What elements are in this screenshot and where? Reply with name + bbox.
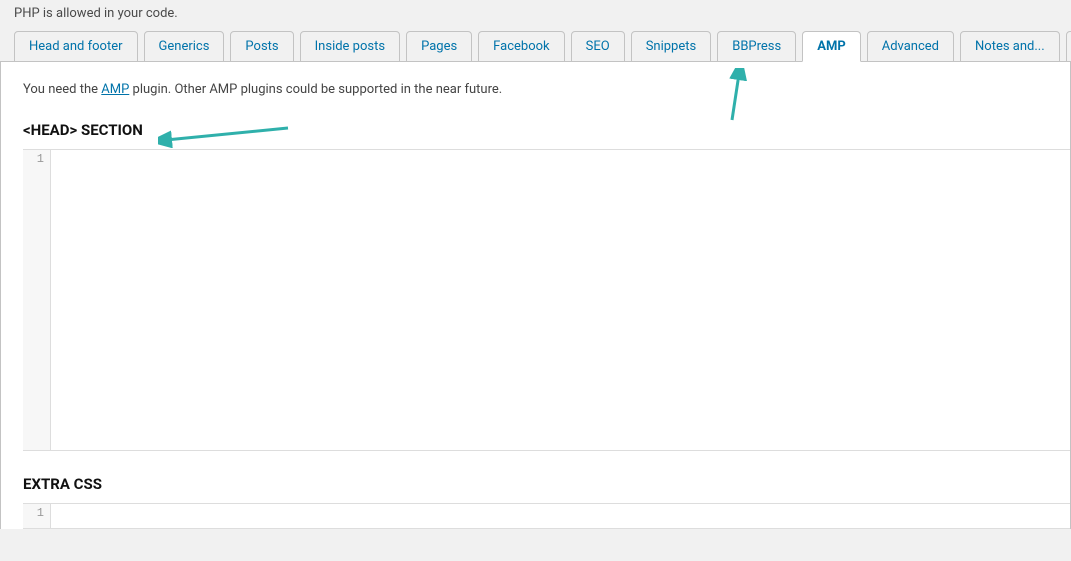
head-code-input[interactable] [51,150,1070,450]
tab-posts[interactable]: Posts [230,31,293,62]
tab-generics[interactable]: Generics [144,31,225,62]
tab-seo[interactable]: SEO [571,31,625,62]
tab-thank-you[interactable]: Thank you [1066,31,1071,62]
head-editor-gutter: 1 [23,150,51,450]
tab-amp[interactable]: AMP [802,31,861,62]
extra-css-code-editor: 1 [23,504,1070,528]
tab-bbpress[interactable]: BBPress [717,31,796,62]
extra-css-editor-wrap: 1 [23,503,1070,529]
intro-before-link: You need the [23,82,101,97]
top-notice: PHP is allowed in your code. [0,0,1071,31]
head-section-heading: <HEAD> SECTION [1,111,1070,149]
tab-notes-and[interactable]: Notes and... [960,31,1060,62]
tab-head-and-footer[interactable]: Head and footer [14,31,138,62]
head-editor-wrap: 1 [23,149,1070,451]
tab-advanced[interactable]: Advanced [867,31,954,62]
tab-content: You need the AMP plugin. Other AMP plugi… [0,62,1071,529]
amp-plugin-link[interactable]: AMP [101,82,129,97]
extra-css-editor-gutter: 1 [23,504,51,528]
tab-inside-posts[interactable]: Inside posts [300,31,400,62]
intro-text: You need the AMP plugin. Other AMP plugi… [1,82,1070,111]
extra-css-heading: EXTRA CSS [1,451,1070,503]
intro-after-link: plugin. Other AMP plugins could be suppo… [129,82,502,97]
tab-snippets[interactable]: Snippets [631,31,712,62]
tab-pages[interactable]: Pages [406,31,472,62]
extra-css-code-input[interactable] [51,504,1070,528]
tab-facebook[interactable]: Facebook [478,31,564,62]
head-code-editor: 1 [23,150,1070,450]
tab-bar: Head and footer Generics Posts Inside po… [0,31,1071,62]
